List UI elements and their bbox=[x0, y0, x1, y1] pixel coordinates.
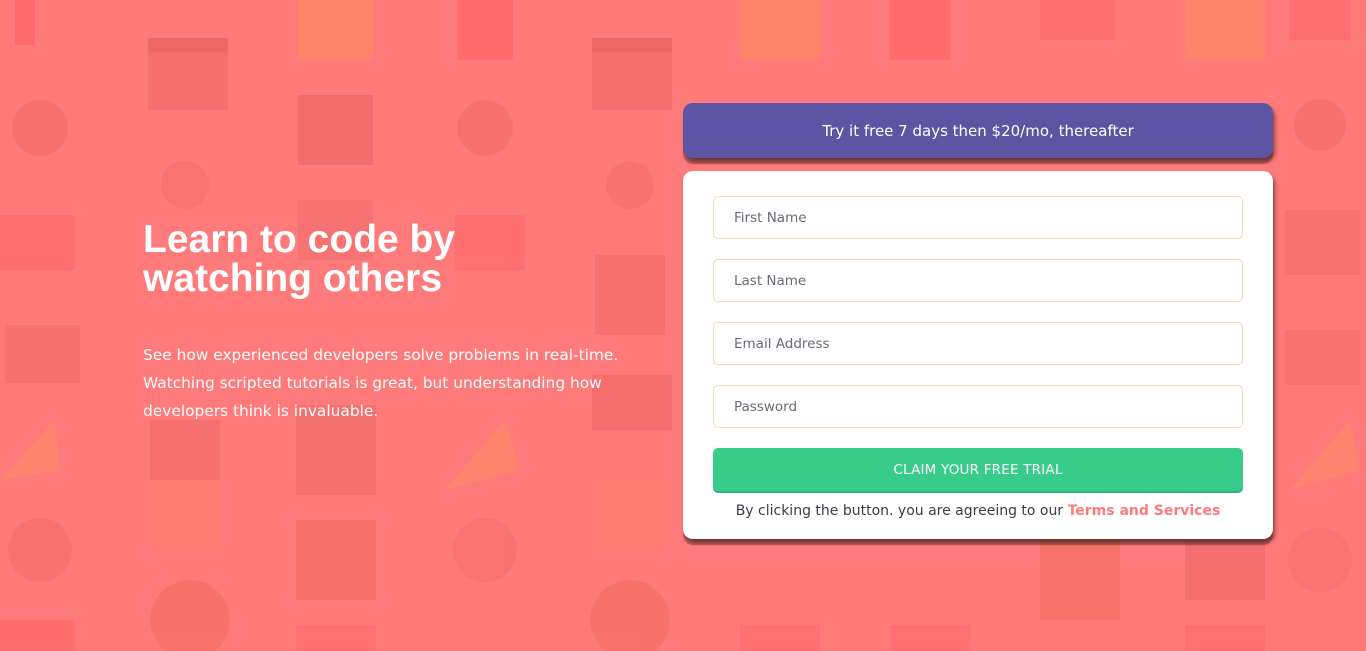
hero-title: Learn to code by watching others bbox=[143, 218, 456, 300]
email-input[interactable] bbox=[713, 322, 1243, 365]
password-input[interactable] bbox=[713, 385, 1243, 428]
promo-text: Try it free 7 days then $20/mo, thereaft… bbox=[822, 121, 1134, 140]
terms-notice: By clicking the button. you are agreeing… bbox=[683, 503, 1273, 519]
promo-banner: Try it free 7 days then $20/mo, thereaft… bbox=[683, 103, 1273, 158]
terms-link[interactable]: Terms and Services bbox=[1068, 503, 1221, 519]
hero-section: Learn to code by watching others See how… bbox=[143, 220, 633, 425]
first-name-input[interactable] bbox=[713, 196, 1243, 239]
last-name-input[interactable] bbox=[713, 259, 1243, 302]
terms-prefix: By clicking the button. you are agreeing… bbox=[735, 503, 1068, 519]
signup-form: CLAIM YOUR FREE TRIAL By clicking the bu… bbox=[683, 171, 1273, 539]
claim-trial-button[interactable]: CLAIM YOUR FREE TRIAL bbox=[713, 448, 1243, 491]
hero-description: See how experienced developers solve pro… bbox=[143, 346, 619, 420]
